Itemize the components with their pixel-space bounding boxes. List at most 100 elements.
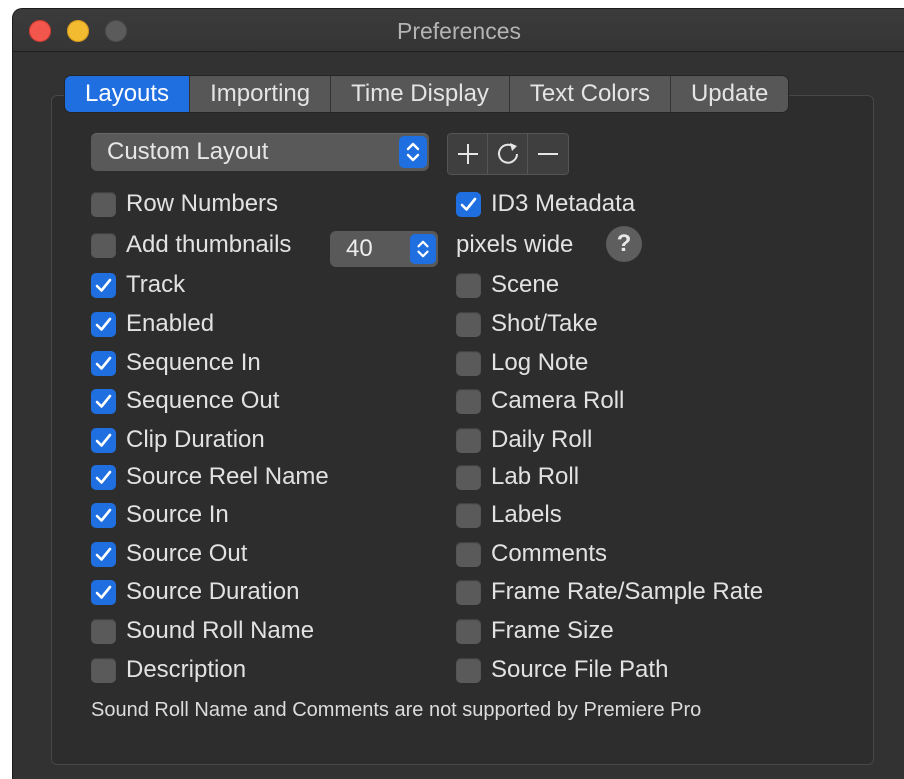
checkbox-checked[interactable] [91,427,116,453]
checkbox-label: Frame Rate/Sample Rate [491,578,764,605]
checkbox[interactable] [456,350,481,376]
checkbox[interactable] [456,541,481,567]
checkbox-log-note[interactable]: Log Note [456,348,588,378]
tab-time-display[interactable]: Time Display [331,76,510,112]
checkbox-checked[interactable] [91,311,116,337]
checkbox-labels[interactable]: Labels [456,500,562,530]
window-title: Preferences [396,18,521,44]
checkbox-clip-duration[interactable]: Clip Duration [91,425,265,455]
checkbox-lab-roll[interactable]: Lab Roll [456,462,579,492]
checkbox-label: Source Out [126,540,248,567]
checkbox[interactable] [91,618,116,644]
checkbox-label: Sound Roll Name [126,617,315,644]
checkmark-icon [95,585,112,599]
checkbox-shot-take[interactable]: Shot/Take [456,309,598,339]
checkbox-source-reel-name[interactable]: Source Reel Name [91,462,329,492]
checkbox-checked[interactable] [91,541,116,567]
reset-icon [497,143,518,164]
layout-select[interactable]: Custom Layout [91,133,429,171]
help-button[interactable]: ? [606,226,642,262]
checkmark-icon [460,197,477,211]
checkbox-label: Source Reel Name [126,463,329,490]
checkbox-daily-roll[interactable]: Daily Roll [456,425,592,455]
checkbox-sequence-in[interactable]: Sequence In [91,348,261,378]
checkbox-label: Description [126,656,247,683]
checkbox-checked[interactable] [91,350,116,376]
up-down-chevron-icon [417,240,429,258]
checkbox-sound-roll-name[interactable]: Sound Roll Name [91,616,314,646]
checkbox[interactable] [456,311,481,337]
checkbox-label: Lab Roll [491,463,580,490]
checkbox[interactable] [456,427,481,453]
checkbox-label: Comments [491,540,608,567]
checkbox-checked[interactable] [91,579,116,605]
checkbox-label: Sequence Out [126,387,280,414]
checkbox-frame-rate[interactable]: Frame Rate/Sample Rate [456,577,763,607]
checkbox-frame-size[interactable]: Frame Size [456,616,614,646]
preferences-window: Preferences Layouts Importing Time Displ… [12,8,904,779]
tab-importing[interactable]: Importing [190,76,332,112]
support-note: Sound Roll Name and Comments are not sup… [91,699,702,721]
checkbox-checked[interactable] [91,502,116,528]
thumbnail-width-value: 40 [346,235,373,262]
pixels-wide-label: pixels wide [456,231,574,258]
checkbox[interactable] [456,579,481,605]
checkmark-icon [95,317,112,331]
checkbox-comments[interactable]: Comments [456,539,607,569]
checkbox-label: Scene [491,271,560,298]
layout-actions [447,133,569,175]
checkbox-checked[interactable] [456,191,481,217]
checkmark-icon [95,433,112,447]
checkbox-label: Sequence In [126,349,261,376]
checkbox-checked[interactable] [91,272,116,298]
checkbox-scene[interactable]: Scene [456,270,559,300]
checkbox-checked[interactable] [91,464,116,490]
checkbox-source-file-path[interactable]: Source File Path [456,655,668,685]
checkmark-icon [95,508,112,522]
tab-text-colors[interactable]: Text Colors [509,76,671,112]
tab-layouts[interactable]: Layouts [65,76,191,112]
checkbox-label: Log Note [491,349,589,376]
checkbox-source-duration[interactable]: Source Duration [91,577,299,607]
tab-update[interactable]: Update [670,76,789,112]
remove-layout-button[interactable] [528,134,568,174]
title-bar[interactable]: Preferences [13,9,904,52]
checkbox-label: Source Duration [126,578,300,605]
checkbox-label: Add thumbnails [126,231,292,258]
checkbox-label: Enabled [126,310,215,337]
checkbox-sequence-out[interactable]: Sequence Out [91,386,279,416]
checkbox-checked[interactable] [91,388,116,414]
checkbox-id3-metadata[interactable]: ID3 Metadata [456,189,635,219]
reset-layout-button[interactable] [488,134,528,174]
checkbox[interactable] [456,388,481,414]
checkbox[interactable] [456,272,481,298]
checkbox[interactable] [91,191,116,217]
checkbox[interactable] [456,464,481,490]
checkbox[interactable] [456,657,481,683]
checkbox-track[interactable]: Track [91,270,185,300]
checkbox-description[interactable]: Description [91,655,246,685]
checkmark-icon [95,394,112,408]
tab-bar: Layouts Importing Time Display Text Colo… [65,76,789,112]
checkmark-icon [95,470,112,484]
plus-icon [457,144,478,164]
thumbnail-width-field[interactable]: 40 [330,231,438,267]
checkbox[interactable] [91,657,116,683]
checkbox-source-in[interactable]: Source In [91,500,229,530]
checkbox-camera-roll[interactable]: Camera Roll [456,386,624,416]
up-down-chevron-icon [406,142,420,162]
checkbox-source-out[interactable]: Source Out [91,539,247,569]
checkbox-label: Frame Size [491,617,614,644]
checkbox[interactable] [456,618,481,644]
checkbox[interactable] [91,232,116,258]
checkbox-label: Track [126,271,186,298]
checkbox-row-numbers[interactable]: Row Numbers [91,189,278,219]
checkbox-add-thumbnails[interactable]: Add thumbnails [91,230,291,260]
checkbox-label: Source File Path [491,656,669,683]
checkbox-enabled[interactable]: Enabled [91,309,214,339]
minus-icon [538,153,558,155]
checkbox-label: Camera Roll [491,387,625,414]
thumbnail-width-stepper[interactable] [410,234,436,264]
add-layout-button[interactable] [448,134,488,174]
checkbox[interactable] [456,502,481,528]
